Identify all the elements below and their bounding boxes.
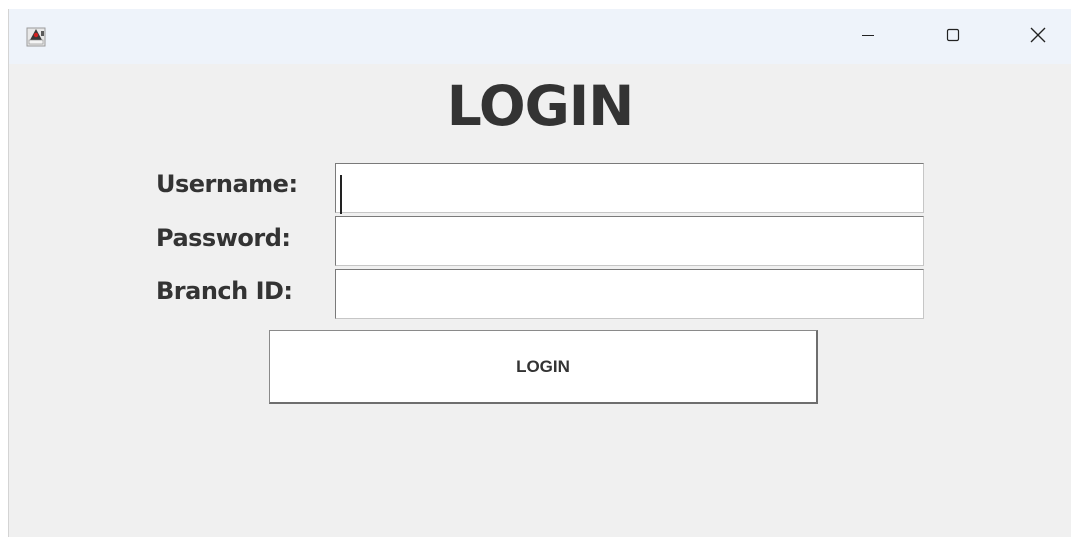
minimize-icon — [860, 27, 876, 47]
username-label: Username: — [156, 170, 298, 198]
minimize-button[interactable] — [845, 9, 891, 64]
login-window: LOGIN Username: Password: Branch ID: LOG… — [8, 9, 1071, 537]
java-duke-icon — [26, 27, 46, 47]
page-title: LOGIN — [446, 74, 634, 138]
username-input[interactable] — [335, 163, 924, 213]
login-button[interactable]: LOGIN — [269, 330, 818, 404]
branch-id-input[interactable] — [335, 269, 924, 319]
maximize-button[interactable] — [930, 9, 976, 64]
password-input[interactable] — [335, 216, 924, 266]
password-label: Password: — [156, 224, 291, 252]
maximize-icon — [945, 27, 961, 47]
text-caret — [340, 175, 342, 214]
branch-id-label: Branch ID: — [156, 277, 293, 305]
title-bar[interactable] — [9, 9, 1071, 64]
login-panel: LOGIN Username: Password: Branch ID: LOG… — [9, 64, 1071, 537]
close-icon — [1029, 26, 1047, 48]
close-button[interactable] — [1015, 9, 1061, 64]
